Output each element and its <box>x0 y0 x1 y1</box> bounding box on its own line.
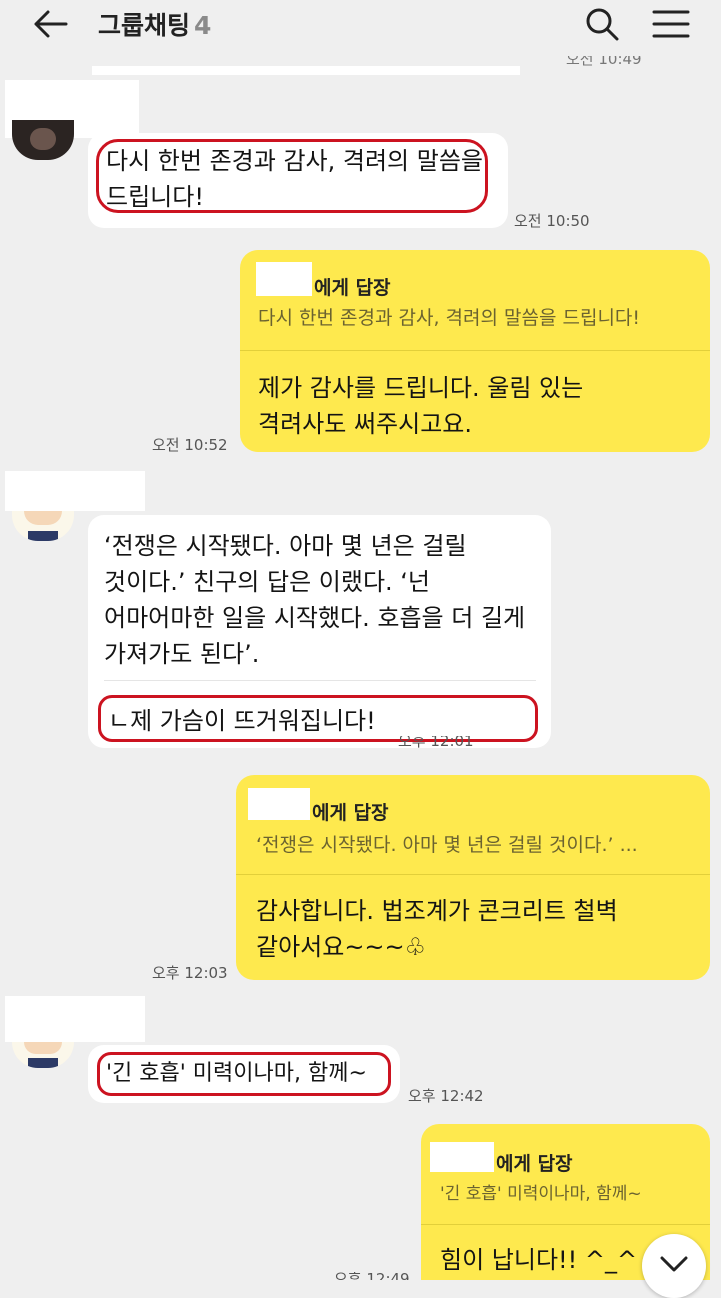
redacted-reply-target <box>256 262 312 296</box>
search-icon <box>586 8 619 41</box>
avatar[interactable] <box>12 120 74 160</box>
message-text: 힘이 납니다!! ^_^ <box>440 1246 638 1274</box>
redacted-reply-target <box>248 788 310 820</box>
back-button[interactable] <box>28 6 72 42</box>
member-count: 4 <box>194 11 212 40</box>
reply-target-label: 에게 답장 <box>312 802 389 824</box>
reply-divider <box>421 1224 710 1225</box>
message-text: ‘전쟁은 시작됐다. 아마 몇 년은 걸릴 것이다.’ 친구의 답은 이랬다. … <box>104 532 526 668</box>
message-separator <box>104 680 536 681</box>
message-text: 제가 감사를 드립니다. 울림 있는 격려사도 써주시고요. <box>258 374 584 438</box>
message-time: 오후 12:49 <box>334 1272 410 1280</box>
reply-divider <box>240 350 710 351</box>
message-time: 오후 12:01 <box>398 736 474 750</box>
redacted-sender-name <box>5 996 145 1042</box>
reply-target-label: 에게 답장 <box>496 1153 573 1175</box>
reply-quote: '긴 호흡' 미력이나마, 함께~ <box>440 1184 642 1204</box>
menu-button[interactable] <box>648 4 694 44</box>
redacted-reply-target <box>430 1142 494 1172</box>
red-highlight-annotation <box>96 139 488 213</box>
red-highlight-annotation <box>97 1052 391 1096</box>
message-text: 감사합니다. 법조계가 콘크리트 철벽 같아서요~~~♧ <box>256 897 618 961</box>
arrow-left-icon <box>34 10 68 38</box>
red-highlight-annotation <box>98 695 538 742</box>
avatar[interactable] <box>12 511 74 541</box>
scroll-to-bottom-button[interactable] <box>642 1234 706 1298</box>
reply-target-label: 에게 답장 <box>314 277 391 299</box>
message-time: 오후 12:42 <box>408 1087 484 1105</box>
reply-quote: ‘전쟁은 시작됐다. 아마 몇 년은 걸릴 것이다.’ ... <box>256 834 638 856</box>
chat-title: 그룹채팅 4 <box>98 6 211 42</box>
message-time: 오전 10:50 <box>514 212 590 230</box>
reply-quote: 다시 한번 존경과 감사, 격려의 말씀을 드립니다! <box>258 307 641 329</box>
previous-image-fragment <box>92 66 520 75</box>
chat-title-text: 그룹채팅 <box>98 11 191 40</box>
hamburger-menu-icon <box>652 10 690 38</box>
reply-divider <box>236 874 710 875</box>
avatar[interactable] <box>12 1042 74 1068</box>
redacted-sender-name <box>5 471 145 511</box>
message-time: 오전 10:49 <box>566 56 642 68</box>
chevron-down-icon <box>660 1256 688 1272</box>
search-button[interactable] <box>582 4 622 44</box>
chat-header: 그룹채팅 4 <box>0 0 721 56</box>
message-time: 오후 12:03 <box>152 964 228 982</box>
message-time: 오전 10:52 <box>152 436 228 454</box>
